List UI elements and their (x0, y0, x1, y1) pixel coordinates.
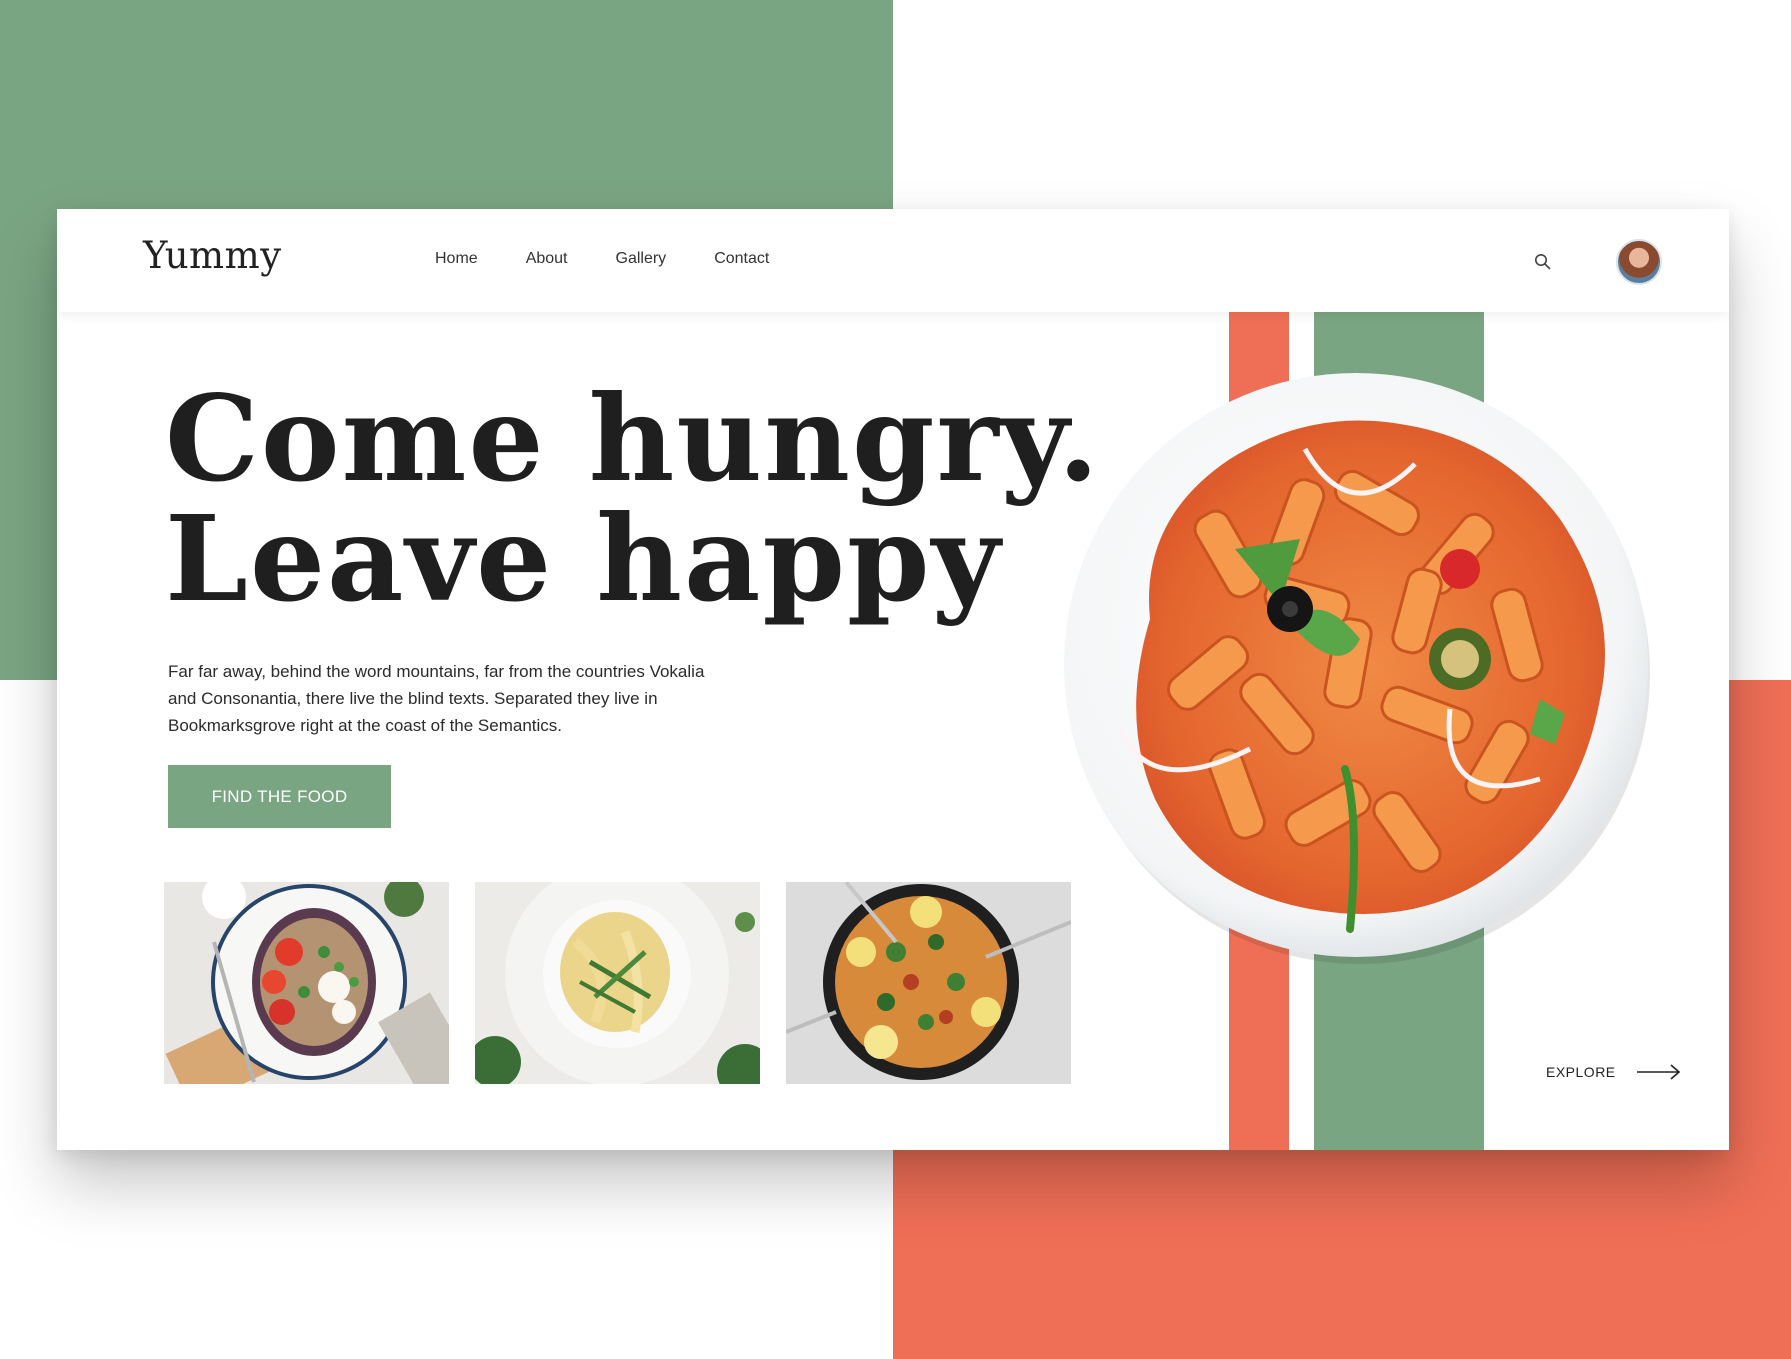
eggplant-salad-image (164, 882, 449, 1084)
main-nav: Home About Gallery Contact (435, 250, 817, 268)
featured-pasta-plate (1060, 369, 1656, 965)
hero-headline: Come hungry. Leave happy (165, 379, 1101, 619)
top-navbar: Yummy Home About Gallery Contact (57, 209, 1729, 312)
explore-label: EXPLORE (1546, 1064, 1616, 1080)
landing-page-card: Yummy Home About Gallery Contact Come hu… (57, 209, 1729, 1150)
gallery-thumb-eggplant[interactable] (164, 882, 449, 1084)
nav-gallery[interactable]: Gallery (616, 250, 667, 268)
seafood-rice-image (786, 882, 1071, 1084)
headline-line-1: Come hungry. (165, 369, 1101, 508)
pasta-ribbons-image (475, 882, 760, 1084)
explore-link[interactable]: EXPLORE (1546, 1062, 1682, 1082)
gallery-thumb-rice[interactable] (786, 882, 1071, 1084)
penne-plate-image (1064, 373, 1650, 964)
nav-about[interactable]: About (526, 250, 568, 268)
user-avatar[interactable] (1616, 239, 1662, 285)
arrow-right-icon (1636, 1064, 1680, 1080)
brand-logo[interactable]: Yummy (143, 234, 282, 277)
nav-home[interactable]: Home (435, 250, 478, 268)
headline-line-2: Leave happy (165, 489, 1003, 628)
nav-contact[interactable]: Contact (714, 250, 769, 268)
hero-description: Far far away, behind the word mountains,… (168, 662, 705, 735)
gallery-thumb-pasta[interactable] (475, 882, 760, 1084)
find-the-food-button[interactable]: FIND THE FOOD (168, 765, 391, 828)
search-icon[interactable] (1533, 252, 1553, 272)
